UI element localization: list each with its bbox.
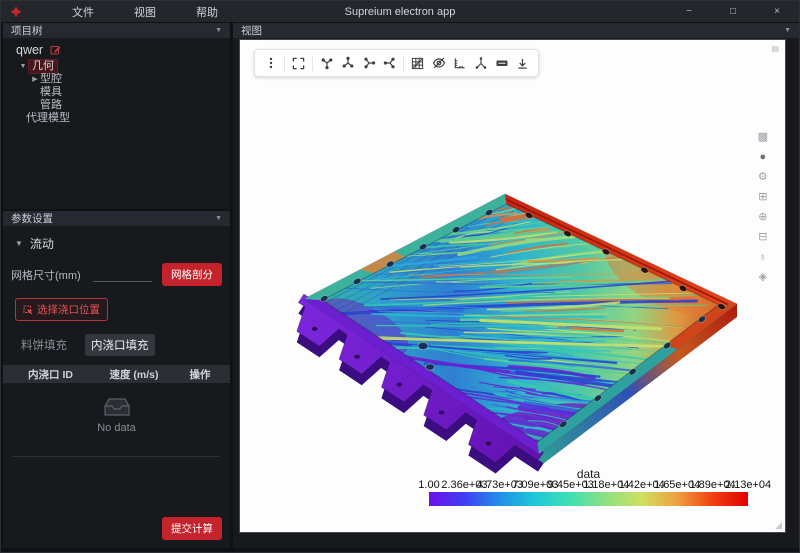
- mesh-size-row: 网格尺寸(mm) 网格剖分: [11, 263, 222, 286]
- viewport-side-toolbar: ▩ ● ⚙ ⊞ ⊕ ⊟ ♁ ◈: [758, 132, 768, 283]
- tree-item-surrogate-model[interactable]: 代理模型: [3, 112, 230, 125]
- tree-item-project[interactable]: qwer: [3, 43, 230, 58]
- viewport-title: 视图: [241, 23, 262, 38]
- caret-right-icon[interactable]: ▶: [30, 73, 40, 86]
- collapse-caret-icon[interactable]: ▼: [215, 215, 222, 222]
- circle-plus-icon[interactable]: ⊕: [758, 212, 767, 223]
- select-gate-button[interactable]: 选择浇口位置: [15, 298, 108, 321]
- box-minus-icon[interactable]: ⊟: [758, 232, 767, 243]
- close-button[interactable]: ×: [755, 1, 799, 22]
- column-speed: 速度 (m/s): [98, 367, 170, 382]
- fit-view-icon[interactable]: [288, 52, 309, 74]
- screenshot-download-icon[interactable]: [512, 52, 533, 74]
- app-window: { "window": { "title": "Supreium electro…: [0, 0, 800, 553]
- collapse-caret-icon[interactable]: ▼: [215, 27, 222, 34]
- titlebar: 文件 视图 帮助 Supreium electron app − □ ×: [1, 1, 799, 22]
- mesh-generate-button[interactable]: 网格剖分: [162, 263, 222, 286]
- empty-state: No data: [3, 396, 230, 434]
- tree-item-mold-label: 模具: [40, 86, 62, 99]
- colorbar-toggle-icon[interactable]: [491, 52, 512, 74]
- collapse-caret-icon[interactable]: ▼: [784, 27, 791, 34]
- project-tree-header[interactable]: 项目树 ▼: [3, 23, 230, 38]
- resize-grip-icon[interactable]: ◢: [775, 521, 782, 530]
- caret-down-icon[interactable]: ▼: [18, 60, 28, 73]
- model-3d[interactable]: [240, 40, 785, 532]
- params-header[interactable]: 参数设置 ▼: [3, 211, 230, 226]
- submit-calculation-button[interactable]: 提交计算: [162, 517, 222, 540]
- edit-icon[interactable]: [50, 44, 61, 58]
- colorbar-gradient: [429, 492, 748, 506]
- flow-section-label: 流动: [30, 235, 54, 252]
- project-name: qwer: [16, 44, 43, 57]
- project-tree: qwer ▼ 几何 ▶ 型腔 模具 管路 代理模型: [3, 38, 230, 125]
- tree-item-cavity[interactable]: ▶ 型腔: [3, 73, 230, 86]
- more-options-icon[interactable]: [260, 52, 281, 74]
- viewport-toolbar: [254, 49, 539, 77]
- canvas-corner-grip[interactable]: ▤: [771, 45, 779, 53]
- tree-item-cavity-label: 型腔: [40, 73, 62, 86]
- viewport-canvas[interactable]: ▤ ▩ ● ⚙ ⊞ ⊕ ⊟ ♁ ◈ data 1.002.36e+034.73e…: [239, 39, 786, 533]
- tab-biscuit-fill[interactable]: 料饼填充: [15, 334, 73, 356]
- axis-view-1-icon[interactable]: [316, 52, 337, 74]
- tree-item-mold[interactable]: 模具: [3, 86, 230, 99]
- toolbar-separator: [312, 56, 313, 71]
- mesh-toggle-icon[interactable]: [407, 52, 428, 74]
- maximize-button[interactable]: □: [711, 1, 755, 22]
- colorbar-tick: 2.13e+04: [725, 479, 771, 491]
- axis-view-2-icon[interactable]: [337, 52, 358, 74]
- project-tree-panel: 项目树 ▼ qwer ▼ 几何 ▶ 型腔 模具 管路 代理模型: [3, 23, 230, 209]
- mesh-size-label: 网格尺寸(mm): [11, 267, 81, 283]
- mesh-size-input[interactable]: [93, 268, 152, 282]
- empty-state-label: No data: [97, 422, 136, 434]
- axes-widget-icon[interactable]: [470, 52, 491, 74]
- dither-grid-icon[interactable]: ▩: [758, 132, 768, 143]
- project-tree-title: 项目树: [11, 23, 43, 38]
- table-grid-icon[interactable]: ⊞: [758, 192, 767, 203]
- menu-help[interactable]: 帮助: [196, 4, 218, 20]
- tree-item-geometry-label: 几何: [28, 59, 58, 74]
- colorbar-ticks: 1.002.36e+034.73e+037.09e+039.45e+031.18…: [429, 479, 748, 491]
- menu-file[interactable]: 文件: [72, 4, 94, 20]
- select-gate-icon: [23, 305, 33, 315]
- tree-item-geometry[interactable]: ▼ 几何: [3, 60, 230, 73]
- empty-inbox-icon: [102, 396, 132, 418]
- axis-view-4-icon[interactable]: [379, 52, 400, 74]
- tab-inner-gate-fill[interactable]: 内浇口填充: [85, 334, 155, 356]
- tree-item-surrogate-model-label: 代理模型: [26, 112, 70, 125]
- divider: [13, 456, 220, 457]
- colorbar-tick: 1.00: [418, 479, 439, 491]
- axis-view-3-icon[interactable]: [358, 52, 379, 74]
- viewport-panel: 视图 ▼: [233, 23, 799, 548]
- select-gate-label: 选择浇口位置: [37, 302, 100, 317]
- diamond-crosshair-icon[interactable]: ◈: [759, 272, 767, 283]
- gate-table-header: 内浇口 ID 速度 (m/s) 操作: [3, 365, 230, 383]
- gear-icon[interactable]: ⚙: [758, 172, 768, 183]
- orientation-marker-icon[interactable]: ♁: [759, 252, 767, 263]
- tree-item-piping[interactable]: 管路: [3, 99, 230, 112]
- params-panel: 参数设置 ▼ ▼ 流动 网格尺寸(mm) 网格剖分 选择浇口位置 料饼填充 内浇…: [3, 211, 230, 548]
- fill-tabs: 料饼填充 内浇口填充: [15, 334, 230, 356]
- menu-bar: 文件 视图 帮助: [72, 4, 218, 20]
- window-controls: − □ ×: [667, 1, 799, 22]
- tree-item-piping-label: 管路: [40, 99, 62, 112]
- caret-down-icon[interactable]: ▼: [15, 239, 23, 248]
- ruler-icon[interactable]: [449, 52, 470, 74]
- viewport-header[interactable]: 视图 ▼: [233, 23, 799, 38]
- app-logo-icon: [10, 6, 22, 18]
- params-title: 参数设置: [11, 211, 53, 226]
- flow-section[interactable]: ▼ 流动: [15, 235, 230, 252]
- column-action: 操作: [170, 367, 230, 382]
- toolbar-separator: [403, 56, 404, 71]
- point-cloud-icon[interactable]: ●: [759, 152, 766, 163]
- column-gate-id: 内浇口 ID: [3, 367, 98, 382]
- hide-actor-icon[interactable]: [428, 52, 449, 74]
- menu-view[interactable]: 视图: [134, 4, 156, 20]
- toolbar-separator: [284, 56, 285, 71]
- minimize-button[interactable]: −: [667, 1, 711, 22]
